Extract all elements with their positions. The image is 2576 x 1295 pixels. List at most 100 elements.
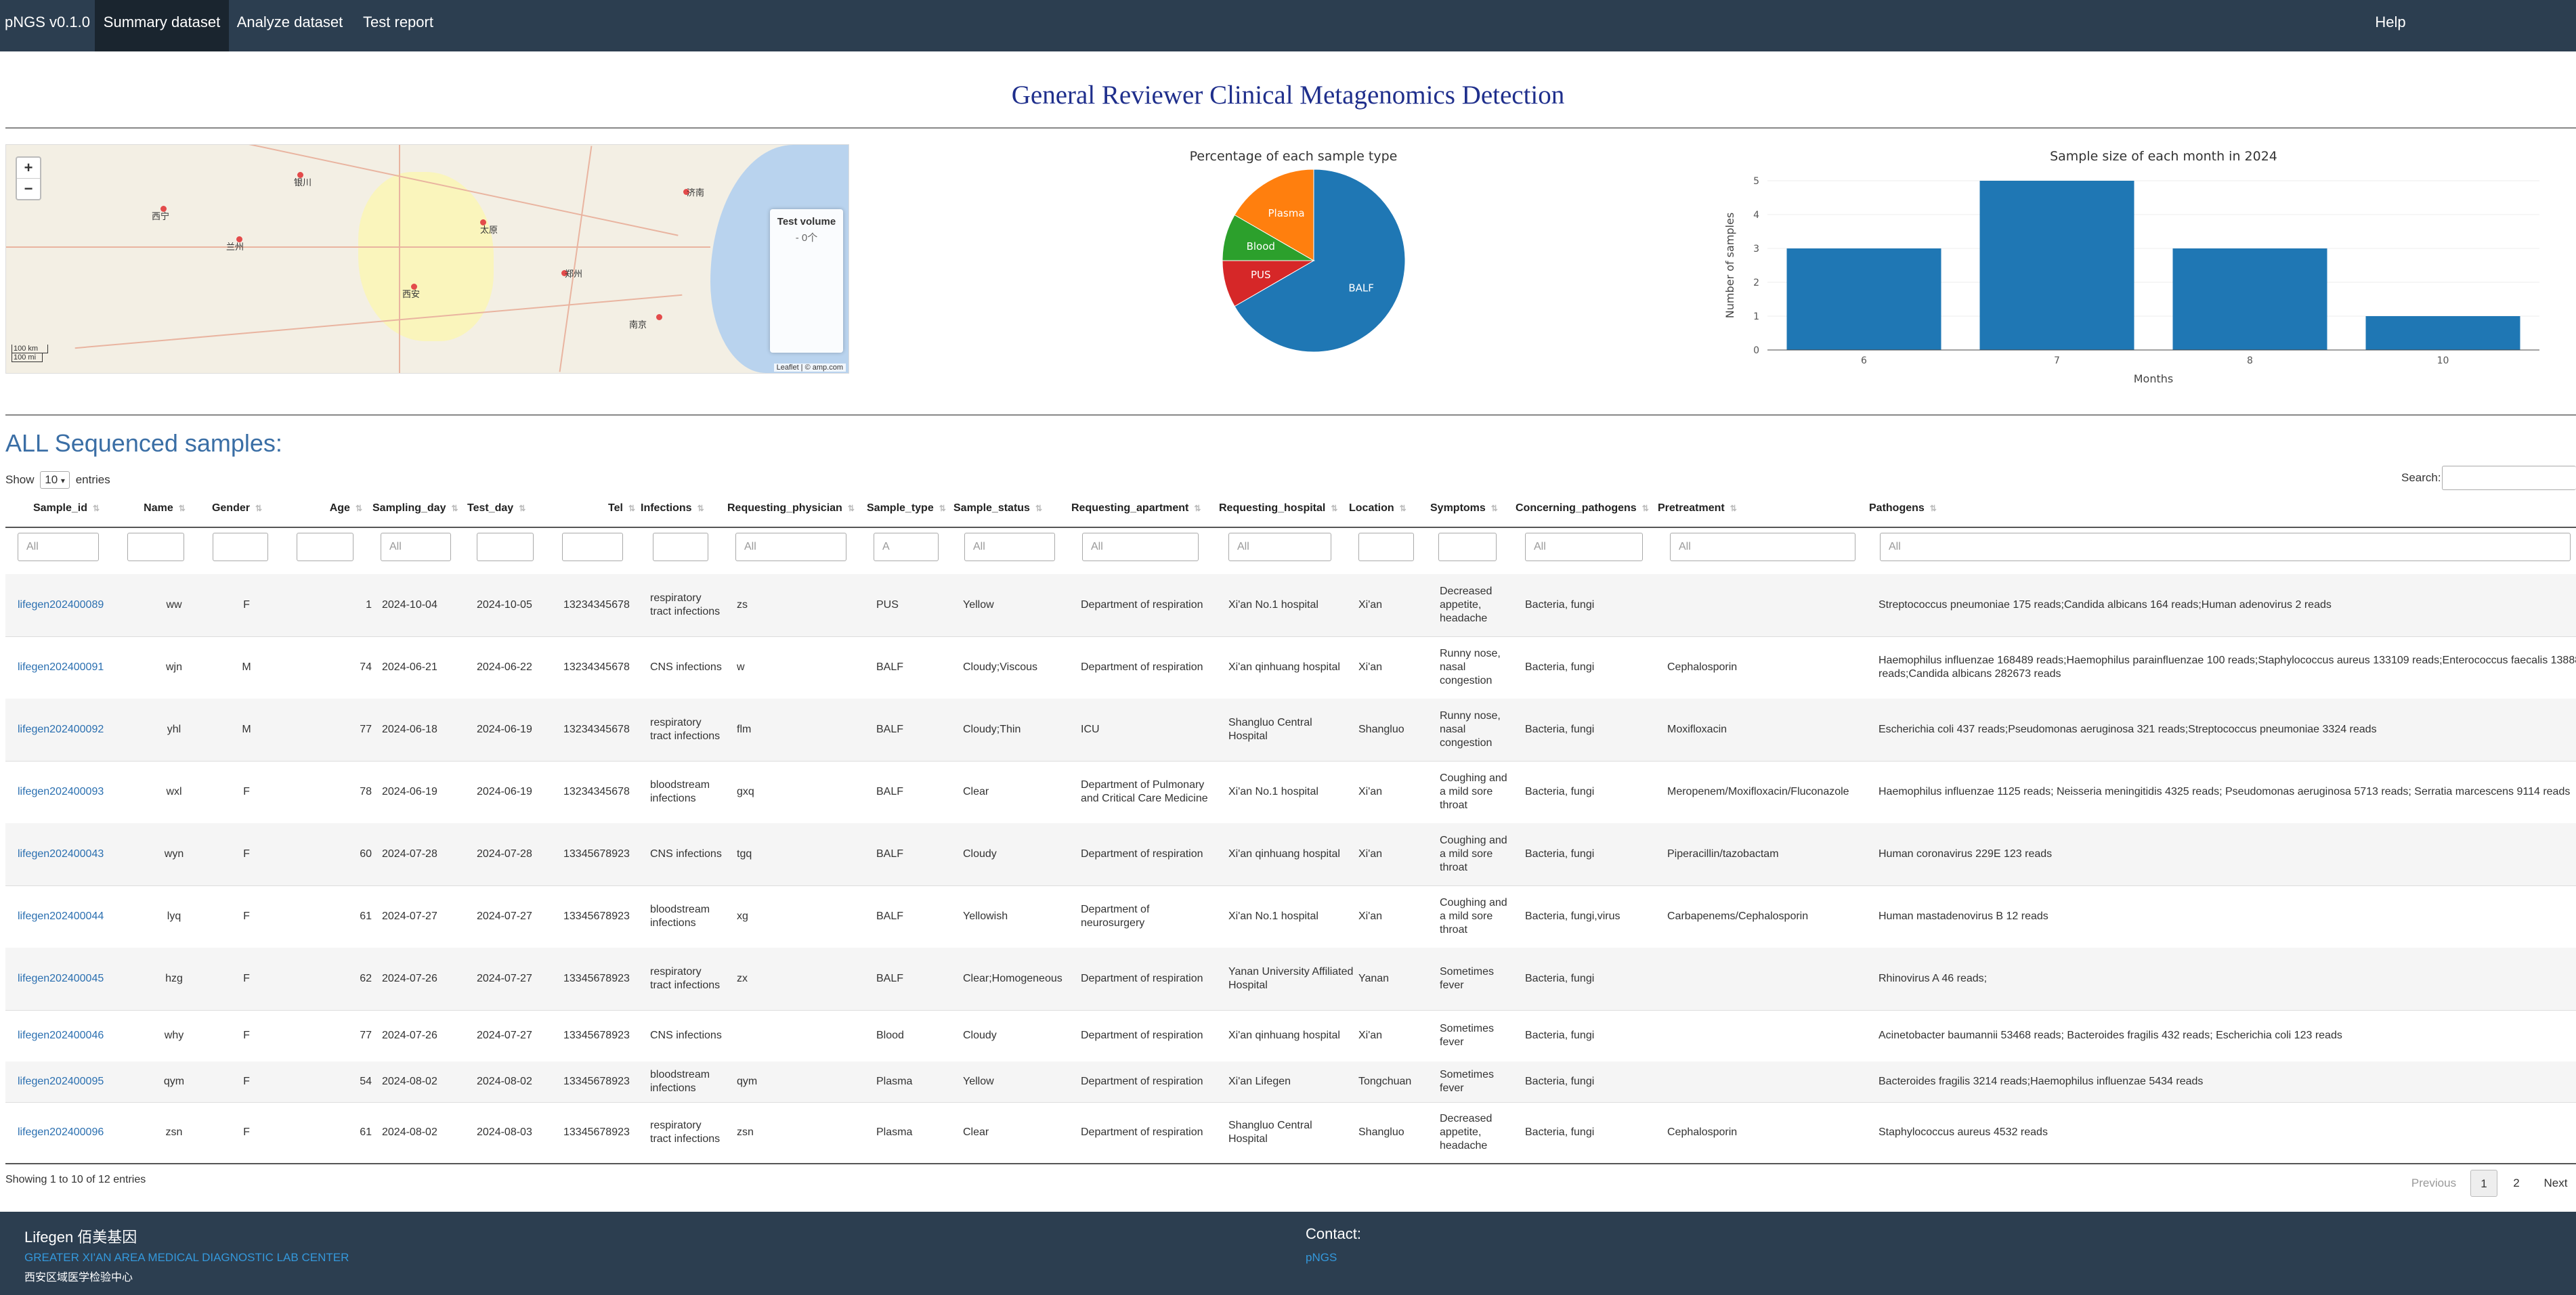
sample-id-link[interactable]: lifegen202400096 <box>18 1102 139 1163</box>
cell-requesting-apartment: Department of respiration <box>1081 848 1203 860</box>
cell-requesting-physician: xg <box>737 910 748 922</box>
filter-input-age[interactable] <box>297 533 353 561</box>
sample-id-link[interactable]: lifegen202400092 <box>18 699 139 761</box>
sample-id-link[interactable]: lifegen202400095 <box>18 1061 139 1102</box>
tab-test-report[interactable]: Test report <box>351 0 446 51</box>
sample-id-link[interactable]: lifegen202400046 <box>18 1010 139 1061</box>
cell-location: Xi'an <box>1358 848 1383 860</box>
cell-gender: F <box>243 599 250 611</box>
cell-concerning-pathogens: Bacteria, fungi <box>1525 724 1595 735</box>
filter-input-requesting-hospital[interactable]: All <box>1228 533 1331 561</box>
sort-icon: ⇅ <box>178 504 186 513</box>
sample-id-link[interactable]: lifegen202400089 <box>18 574 139 636</box>
column-header-concerning-pathogens[interactable]: Concerning_pathogens ⇅ <box>1516 502 1651 514</box>
cell-infections: CNS infections <box>650 1030 722 1041</box>
map-legend: Test volume - 0个 <box>770 209 843 353</box>
filter-input-infections[interactable] <box>653 533 708 561</box>
filter-input-tel[interactable] <box>562 533 623 561</box>
column-header-requesting-physician[interactable]: Requesting_physician ⇅ <box>727 502 863 514</box>
cell-infections: respiratory tract infections <box>650 1120 721 1145</box>
filter-input-sampling-day[interactable]: All <box>381 533 451 561</box>
footer-center-link[interactable]: GREATER XI'AN AREA MEDICAL DIAGNOSTIC LA… <box>24 1251 349 1265</box>
sample-id-link[interactable]: lifegen202400045 <box>18 948 139 1010</box>
cell-test-day: 2024-07-28 <box>477 848 532 860</box>
tab-summary-dataset[interactable]: Summary dataset <box>95 0 229 51</box>
cell-requesting-hospital: Xi'an qinhuang hospital <box>1228 661 1340 673</box>
column-header-name[interactable]: Name ⇅ <box>134 502 195 514</box>
filter-input-pretreatment[interactable]: All <box>1670 533 1855 561</box>
sample-id-link[interactable]: lifegen202400093 <box>18 761 139 823</box>
filter-input-symptoms[interactable] <box>1438 533 1497 561</box>
column-header-infections[interactable]: Infections ⇅ <box>641 502 722 514</box>
pagination-previous[interactable]: Previous <box>2393 1170 2474 1197</box>
pagination-next[interactable]: Next <box>2535 1170 2576 1197</box>
filter-input-pathogens[interactable]: All <box>1880 533 2571 561</box>
column-header-requesting-apartment[interactable]: Requesting_apartment ⇅ <box>1071 502 1214 514</box>
sample-id-link[interactable]: lifegen202400043 <box>18 823 139 885</box>
app-brand[interactable]: pNGS v0.1.0 <box>0 0 95 51</box>
bar-month-7[interactable] <box>1979 181 2134 350</box>
cell-age: 1 <box>366 599 372 611</box>
column-header-sample-type[interactable]: Sample_type ⇅ <box>867 502 948 514</box>
cell-pretreatment: Meropenem/Moxifloxacin/Fluconazole <box>1667 786 1849 797</box>
column-header-pretreatment[interactable]: Pretreatment ⇅ <box>1658 502 1861 514</box>
map-attribution[interactable]: Leaflet | © amp.com <box>773 364 846 372</box>
section-title: ALL Sequenced samples: <box>5 429 282 457</box>
bar-month-6[interactable] <box>1786 248 1941 350</box>
help-link[interactable]: Help <box>2350 0 2431 51</box>
filter-input-location[interactable] <box>1358 533 1414 561</box>
bar-month-8[interactable] <box>2172 248 2327 350</box>
filter-input-requesting-physician[interactable]: All <box>735 533 846 561</box>
column-header-sample-id[interactable]: Sample_id ⇅ <box>5 502 127 514</box>
cell-age: 78 <box>360 786 372 797</box>
filter-input-concerning-pathogens[interactable]: All <box>1525 533 1643 561</box>
column-header-pathogens[interactable]: Pathogens ⇅ <box>1869 502 2573 514</box>
footer-contact-link[interactable]: pNGS <box>1306 1251 1337 1265</box>
cell-sample-status: Yellowish <box>963 910 1008 922</box>
column-header-sampling-day[interactable]: Sampling_day ⇅ <box>372 502 464 514</box>
zoom-in-button[interactable]: + <box>17 158 40 178</box>
tab-analyze-dataset[interactable]: Analyze dataset <box>229 0 351 51</box>
filter-input-requesting-apartment[interactable]: All <box>1082 533 1199 561</box>
column-header-sample-status[interactable]: Sample_status ⇅ <box>953 502 1069 514</box>
bar-month-10[interactable] <box>2365 316 2520 350</box>
column-header-tel[interactable]: Tel ⇅ <box>554 502 635 514</box>
cell-requesting-hospital: Shangluo Central Hospital <box>1228 717 1312 742</box>
sample-id-link[interactable]: lifegen202400044 <box>18 885 139 948</box>
column-header-age[interactable]: Age ⇅ <box>284 502 362 514</box>
pagination-page-1[interactable]: 1 <box>2470 1170 2497 1197</box>
column-header-location[interactable]: Location ⇅ <box>1349 502 1423 514</box>
sample-location-map[interactable]: 西宁 兰州 西安 郑州 济南 太原 南京 银川 + − Test volume … <box>5 144 849 374</box>
pie-label: Plasma <box>1268 207 1304 219</box>
x-tick-label: 6 <box>1861 355 1867 366</box>
filter-input-name[interactable] <box>127 533 184 561</box>
province-highlight <box>358 172 494 341</box>
filter-input-sample-id[interactable]: All <box>18 533 99 561</box>
cell-requesting-physician: tgq <box>737 848 752 860</box>
column-header-symptoms[interactable]: Symptoms ⇅ <box>1430 502 1511 514</box>
column-header-gender[interactable]: Gender ⇅ <box>196 502 278 514</box>
column-header-test-day[interactable]: Test_day ⇅ <box>467 502 552 514</box>
pagination-page-2[interactable]: 2 <box>2503 1170 2530 1197</box>
search-input[interactable] <box>2442 466 2576 490</box>
sort-icon: ⇅ <box>255 504 263 513</box>
zoom-out-button[interactable]: − <box>17 179 40 199</box>
footer-company: Lifegen 佰美基因 <box>24 1229 137 1246</box>
filter-input-gender[interactable] <box>213 533 268 561</box>
cell-tel: 13345678923 <box>563 1076 630 1087</box>
column-header-requesting-hospital[interactable]: Requesting_hospital ⇅ <box>1219 502 1344 514</box>
cell-sampling-day: 2024-06-21 <box>382 661 437 673</box>
cell-sample-status: Clear <box>963 786 989 797</box>
cell-tel: 13345678923 <box>563 973 630 984</box>
cell-pathogens: Streptococcus pneumoniae 175 reads;Candi… <box>1879 599 2332 611</box>
cell-age: 60 <box>360 848 372 860</box>
cell-symptoms: Sometimes fever <box>1440 1069 1495 1094</box>
cell-pathogens: Acinetobacter baumannii 53468 reads; Bac… <box>1879 1030 2342 1041</box>
filter-input-sample-status[interactable]: All <box>964 533 1055 561</box>
table-row: lifegen202400089 ww F 1 2024-10-04 2024-10-05… <box>5 574 2576 637</box>
footer-center-cn: 西安区域医学检验中心 <box>24 1272 133 1283</box>
filter-input-sample-type[interactable]: A <box>874 533 939 561</box>
sample-id-link[interactable]: lifegen202400091 <box>18 636 139 699</box>
filter-input-test-day[interactable] <box>477 533 534 561</box>
entries-select[interactable]: 10 ▾ <box>40 471 70 489</box>
